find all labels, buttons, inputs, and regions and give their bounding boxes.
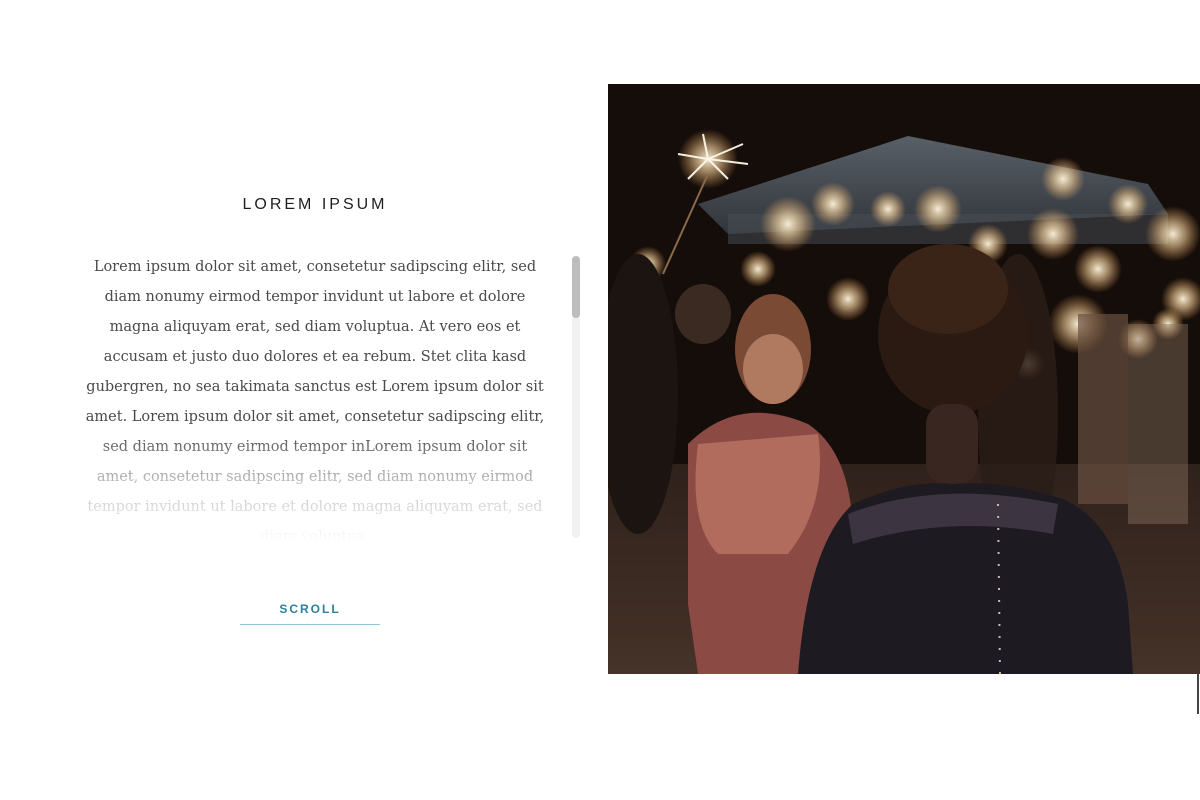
text-panel: LOREM IPSUM Lorem ipsum dolor sit amet, … [80,190,580,640]
photo-edge-line [1197,674,1199,714]
body-text: Lorem ipsum dolor sit amet, consetetur s… [85,259,545,542]
scrollbar-thumb[interactable] [572,256,580,318]
section-title: LOREM IPSUM [242,196,388,213]
scrollbar[interactable] [572,256,580,538]
hero-photo [608,84,1200,674]
photo-illustration [608,84,1200,674]
scrollable-text-area[interactable]: Lorem ipsum dolor sit amet, consetetur s… [80,252,550,542]
scroll-button[interactable]: SCROLL [240,602,380,625]
page: LOREM IPSUM Lorem ipsum dolor sit amet, … [0,0,1200,800]
